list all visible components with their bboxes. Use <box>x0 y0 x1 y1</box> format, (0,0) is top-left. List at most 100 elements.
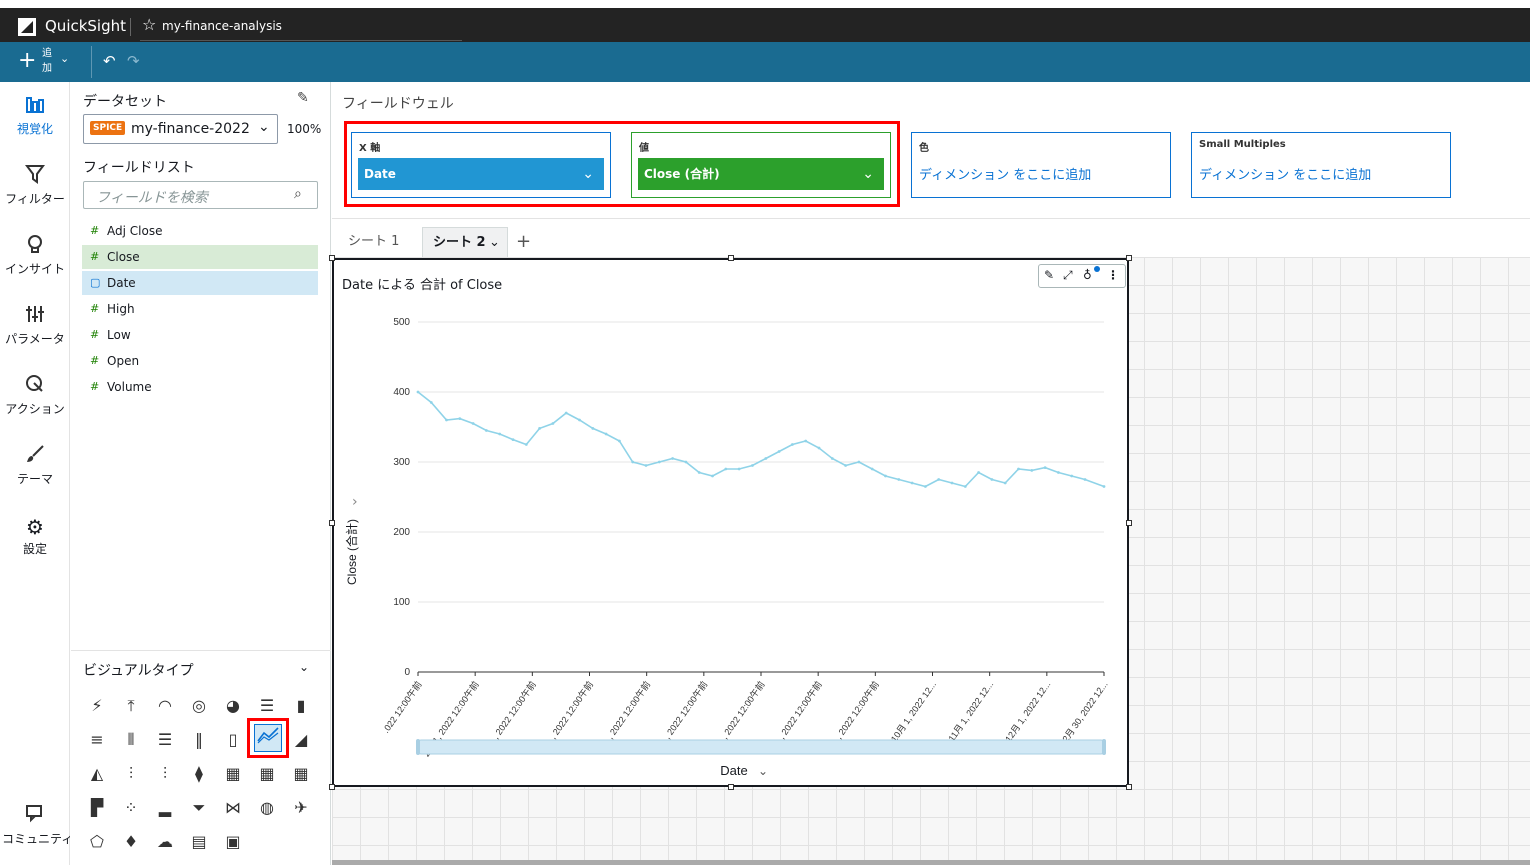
image-icon[interactable]: ▤ <box>185 828 213 856</box>
data-point[interactable] <box>485 429 488 432</box>
data-point[interactable] <box>724 467 728 471</box>
vertical-bar-icon[interactable]: ▮ <box>287 692 315 720</box>
data-point[interactable] <box>684 460 688 464</box>
data-point[interactable] <box>711 474 714 478</box>
stacked-bar-icon[interactable]: ≡ <box>83 726 111 754</box>
funnel-icon[interactable]: ⏷ <box>185 794 213 822</box>
field-item[interactable]: # Open <box>82 349 318 373</box>
color-well[interactable]: 色 ディメンション をここに追加 <box>911 132 1171 198</box>
slider-handle[interactable] <box>416 739 420 755</box>
analysis-name[interactable]: my-finance-analysis <box>162 19 282 33</box>
data-point[interactable] <box>804 439 808 443</box>
data-point[interactable] <box>1003 481 1007 485</box>
table-icon[interactable]: ▦ <box>253 760 281 788</box>
clustered-column-icon[interactable]: ⫴ <box>117 726 145 754</box>
nav-parameters[interactable]: パラメータ <box>0 304 70 347</box>
quicksight-logo-icon[interactable] <box>18 18 36 36</box>
horizontal-bar-icon[interactable]: ☰ <box>253 692 281 720</box>
chevron-down-icon[interactable]: ⌄ <box>582 158 594 190</box>
tab-sheet-2[interactable]: シート 2 ⌄ <box>422 227 508 257</box>
data-point[interactable] <box>551 422 555 425</box>
heat-map-icon[interactable]: ▦ <box>219 760 247 788</box>
data-point[interactable] <box>1070 474 1074 478</box>
nav-community[interactable]: コミュニティ <box>0 804 70 847</box>
data-point[interactable] <box>924 485 927 488</box>
data-point[interactable] <box>937 478 941 481</box>
pivot-table-icon[interactable]: ▦ <box>287 760 315 788</box>
autograph-icon[interactable]: ⚡ <box>83 692 111 720</box>
data-point[interactable] <box>1083 478 1087 481</box>
resize-handle[interactable] <box>728 784 734 790</box>
chevron-down-icon[interactable]: ⌄ <box>299 660 309 674</box>
area-chart-icon[interactable]: ◢ <box>287 726 315 754</box>
data-point[interactable] <box>751 464 754 467</box>
tree-map-icon[interactable]: ▛ <box>83 794 111 822</box>
data-point[interactable] <box>671 457 674 460</box>
resize-handle[interactable] <box>1126 520 1132 526</box>
radar-chart-icon[interactable]: ⬠ <box>83 828 111 856</box>
redo-icon[interactable]: ↷ <box>127 52 140 70</box>
resize-handle[interactable] <box>329 255 335 261</box>
data-point[interactable] <box>1017 467 1020 471</box>
nav-filter[interactable]: フィルター <box>0 164 70 207</box>
resize-handle[interactable] <box>728 255 734 261</box>
resize-handle[interactable] <box>329 784 335 790</box>
data-point[interactable] <box>737 467 741 471</box>
chevron-right-icon[interactable]: › <box>352 494 358 510</box>
sankey-icon[interactable]: ⋈ <box>219 794 247 822</box>
resize-handle[interactable] <box>1126 784 1132 790</box>
data-point[interactable] <box>764 457 768 460</box>
combo-line-bar-icon[interactable]: ⫶ <box>151 760 179 788</box>
combo-chart-icon[interactable]: ⫶ <box>117 760 145 788</box>
field-item[interactable]: # Volume <box>82 375 318 399</box>
data-point[interactable] <box>458 417 462 420</box>
undo-icon[interactable]: ↶ <box>103 52 116 70</box>
resize-handle[interactable] <box>1126 255 1132 261</box>
slider-handle[interactable] <box>1102 739 1106 755</box>
scatter-plot-icon[interactable]: ⁘ <box>117 794 145 822</box>
data-point[interactable] <box>538 427 541 430</box>
donut-chart-icon[interactable]: ◎ <box>185 692 213 720</box>
data-point[interactable] <box>1102 485 1106 488</box>
field-item[interactable]: # Adj Close <box>82 219 318 243</box>
nav-themes[interactable]: テーマ <box>0 444 70 487</box>
data-point[interactable] <box>963 485 967 488</box>
pie-chart-icon[interactable]: ◕ <box>219 692 247 720</box>
data-point[interactable] <box>870 467 874 471</box>
data-point[interactable] <box>564 411 568 415</box>
series-line-close[interactable] <box>417 391 1105 488</box>
data-point[interactable] <box>910 481 914 485</box>
data-point[interactable] <box>697 471 701 474</box>
nav-actions[interactable]: アクション <box>0 374 70 417</box>
line-chart-visual[interactable]: Date による 合計 of Close ✎ ⤢ ♁ ⋮ 0 100 200 300 4… <box>332 258 1129 787</box>
x-axis-field-pill[interactable]: Date ⌄ <box>358 158 604 190</box>
data-point[interactable] <box>498 432 502 436</box>
y-axis-label[interactable]: Close (合計) <box>344 519 359 585</box>
data-point[interactable] <box>618 439 621 443</box>
data-point[interactable] <box>1057 471 1060 474</box>
x-axis-well[interactable]: X 軸 Date ⌄ <box>351 132 611 198</box>
stacked-column-icon[interactable]: ‖ <box>185 726 213 754</box>
map-icon[interactable]: ◍ <box>253 794 281 822</box>
data-point[interactable] <box>950 481 954 485</box>
add-button-label[interactable]: 追加 <box>42 46 54 76</box>
data-point[interactable] <box>830 457 834 460</box>
data-point[interactable] <box>791 443 794 446</box>
edit-icon[interactable]: ✎ <box>297 90 309 106</box>
data-point[interactable] <box>591 427 595 430</box>
histogram-icon[interactable]: ▂ <box>151 794 179 822</box>
data-point[interactable] <box>604 432 608 436</box>
kpi-icon[interactable]: ⤒ <box>117 692 145 720</box>
chevron-down-icon[interactable]: ⌄ <box>489 228 500 258</box>
field-item[interactable]: # High <box>82 297 318 321</box>
horizontal-scrollbar[interactable] <box>332 860 1530 865</box>
stacked-area-icon[interactable]: ◭ <box>83 760 111 788</box>
data-point[interactable] <box>817 446 821 450</box>
resize-handle[interactable] <box>329 520 335 526</box>
data-point[interactable] <box>471 422 475 425</box>
field-item[interactable]: ▢ Date <box>82 271 318 295</box>
data-point[interactable] <box>777 450 781 453</box>
plus-icon[interactable]: + <box>18 48 36 73</box>
chevron-down-icon[interactable]: ⌄ <box>758 764 768 778</box>
data-point[interactable] <box>884 474 887 478</box>
